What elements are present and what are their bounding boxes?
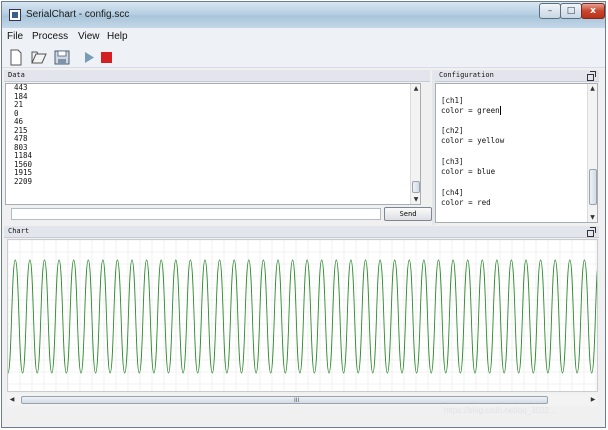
data-scroll-thumb[interactable] [412,181,420,193]
scroll-left-icon[interactable]: ◀ [7,394,17,406]
menu-bar: File Process View Help [2,28,605,46]
menu-view[interactable]: View [78,31,100,42]
scroll-down-icon[interactable]: ▼ [411,195,420,204]
config-line: color = green [441,106,501,115]
config-scroll-thumb[interactable] [589,169,597,205]
menu-help[interactable]: Help [107,31,128,42]
data-line: 803 [14,142,28,152]
data-line: 215 [14,125,28,135]
watermark: https://blog.csdn.net/qq_3022... [444,406,556,415]
scroll-up-icon[interactable]: ▲ [411,84,420,93]
save-disk-icon[interactable] [53,49,71,66]
config-line: [ch2] [441,126,464,135]
config-vertical-scrollbar[interactable]: ▲ ▼ [587,84,597,222]
stop-icon[interactable] [98,49,116,66]
config-panel-header: Configuration [435,70,599,82]
app-icon [9,9,21,21]
maximize-button[interactable]: □ [560,3,582,19]
config-text-area[interactable]: [ch1] color = green [ch2] color = yellow… [435,83,598,223]
data-line: 21 [14,100,24,109]
chart-panel-title: Chart [8,227,30,235]
data-line: 443 [14,83,28,92]
chart-horizontal-scrollbar[interactable]: ◀ III ▶ [7,394,598,406]
config-line: [ch3] [441,157,464,166]
data-line: 478 [14,134,28,143]
menu-process[interactable]: Process [32,31,68,42]
window-title: SerialChart - config.scc [26,9,130,20]
data-line: 0 [14,108,19,118]
send-input[interactable] [11,208,381,220]
data-line: 184 [14,91,28,101]
serialchart-window: SerialChart - config.scc – □ x File Proc… [1,1,606,428]
scroll-up-icon[interactable]: ▲ [588,84,597,93]
close-button[interactable]: x [581,3,605,19]
float-window-icon[interactable] [587,227,596,237]
data-panel-title: Data [8,71,25,79]
data-line: 2209 [14,176,33,186]
config-line: color = red [441,198,491,207]
new-file-icon[interactable] [7,49,25,66]
config-line: color = yellow [441,136,505,145]
minimize-button[interactable]: – [539,3,561,19]
chart-plot [8,240,597,391]
config-line: [ch1] [441,96,464,105]
chart-area [7,239,598,392]
data-line: 1184 [14,151,33,160]
menu-file[interactable]: File [7,31,23,42]
chart-scroll-thumb[interactable]: III [21,396,548,404]
chart-panel-header: Chart [4,226,599,238]
title-bar[interactable]: SerialChart - config.scc – □ x [2,2,605,28]
config-line-text: color = green [441,106,500,115]
data-vertical-scrollbar[interactable]: ▲ ▼ [410,84,420,204]
float-window-icon[interactable] [587,71,596,81]
send-button[interactable]: Send [384,207,432,221]
data-line: 1560 [14,159,33,169]
chart-series-line-1 [8,259,597,374]
open-folder-icon[interactable] [30,49,48,66]
text-caret [499,106,501,115]
scroll-down-icon[interactable]: ▼ [588,213,597,222]
data-panel-header: Data [4,70,430,82]
toolbar [2,46,605,68]
scroll-right-icon[interactable]: ▶ [588,394,598,406]
data-line: 46 [14,117,24,126]
scroll-grip: III [294,397,300,404]
run-play-icon[interactable] [80,49,98,66]
data-line: 1915 [14,168,33,177]
config-panel-title: Configuration [439,71,494,79]
data-text-area[interactable]: 443 184 21 0 46 215 478 803 1184 1560 19… [5,83,421,205]
config-line: [ch4] [441,188,464,197]
config-line: color = blue [441,167,496,176]
